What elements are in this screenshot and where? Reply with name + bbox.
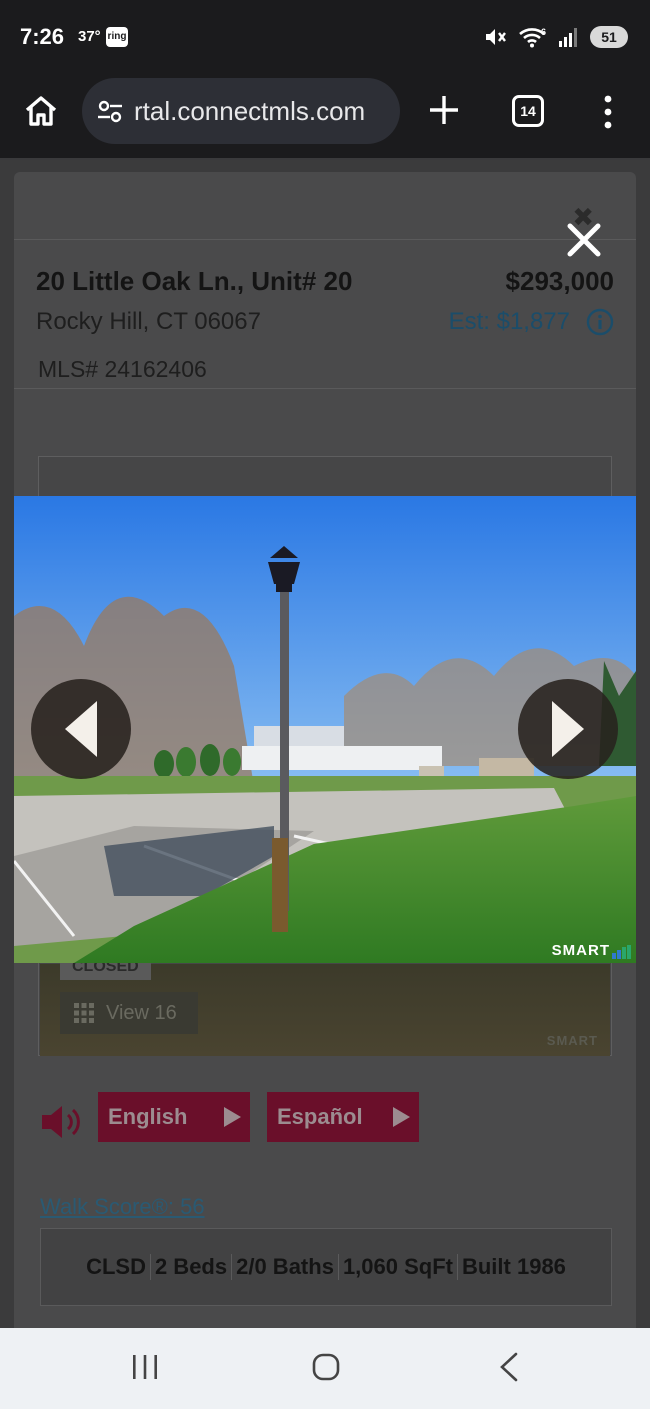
estimated-payment: Est: $1,877 [448,308,570,335]
english-audio-button: English [98,1092,250,1142]
smart-logo-text: SMART [551,942,610,959]
fact-sqft: 1,060 SqFt [339,1254,458,1280]
speaker-icon [42,1106,80,1138]
ring-app-icon: ring [106,27,128,47]
status-bar: 7:26 37° ring 6 51 [0,0,650,72]
spanish-label: Español [277,1104,363,1129]
status-icons: 6 51 [484,24,628,50]
play-icon [393,1107,410,1127]
walk-score-link: Walk Score®: 56 [40,1194,205,1219]
listing-address: 20 Little Oak Ln., Unit# 20 [36,266,353,296]
lightbox-photo: SMART [14,496,636,963]
previous-photo-button[interactable] [31,679,131,779]
status-time: 7:26 [20,24,65,49]
wifi-icon: 6 [519,27,546,48]
address-bar[interactable]: rtal.connectmls.com [82,78,400,144]
smart-bars-icon [612,945,631,959]
info-icon [586,308,614,336]
view-photos-label: View 16 [106,1001,177,1024]
grid-icon [74,1003,94,1023]
fact-beds: 2 Beds [151,1254,233,1280]
divider [14,388,636,389]
english-label: English [108,1104,188,1129]
chevron-left-icon [65,701,97,757]
recent-apps-icon[interactable] [130,1352,160,1382]
chevron-right-icon [552,701,584,757]
mute-icon [486,29,506,45]
view-photos-button: View 16 [60,992,198,1034]
battery-indicator: 51 [590,26,628,48]
url-text[interactable]: rtal.connectmls.com [134,96,365,127]
cell-signal-icon [559,28,577,47]
plus-icon[interactable] [426,92,462,128]
fact-status: CLSD [82,1254,151,1280]
home-icon[interactable] [22,92,60,130]
tabs-button[interactable]: 14 [512,95,544,127]
fact-baths: 2/0 Baths [232,1254,339,1280]
status-temperature: 37° [78,28,101,45]
system-nav-bar [0,1328,650,1409]
tune-icon[interactable] [96,97,124,125]
more-vert-icon[interactable] [598,94,618,130]
browser-toolbar: rtal.connectmls.com 14 [0,72,650,160]
fact-year-built: Built 1986 [461,1254,566,1279]
gallery-photo-strip: CLOSED View 16 SMART [40,954,610,1056]
back-icon[interactable] [496,1352,522,1382]
play-icon [224,1107,241,1127]
mls-number: MLS# 24162406 [38,356,207,382]
home-circle-icon[interactable] [311,1352,341,1382]
modal-header: ✖ [14,172,636,240]
property-facts: CLSD 2 Beds 2/0 Baths 1,060 SqFt Built 1… [40,1228,612,1306]
smart-logo: SMART [552,942,632,959]
close-icon[interactable] [564,220,604,260]
smart-watermark: SMART [546,1033,598,1048]
wifi-label: 6 [541,27,546,37]
listing-price: $293,000 [505,266,614,296]
spanish-audio-button: Español [267,1092,419,1142]
listing-city: Rocky Hill, CT 06067 [36,308,261,335]
next-photo-button[interactable] [518,679,618,779]
